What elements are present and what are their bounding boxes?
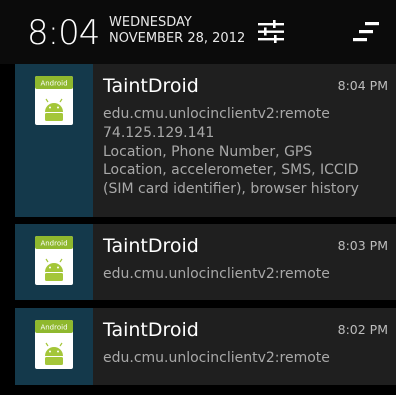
app-icon-label: Android — [40, 240, 67, 248]
clock: 8:04 — [27, 13, 100, 53]
notification-title: TaintDroid — [103, 75, 199, 97]
notification-item[interactable]: Android TaintDroid 8:03 PM edu.cmu.unloc… — [15, 224, 396, 300]
day-of-week: WEDNESDAY — [109, 15, 192, 30]
clear-all-button[interactable] — [350, 20, 380, 46]
notification-time: 8:03 PM — [337, 238, 388, 253]
app-icon-label: Android — [40, 324, 67, 332]
notification-time: 8:02 PM — [337, 322, 388, 337]
full-date: NOVEMBER 28, 2012 — [109, 31, 246, 46]
quick-settings-button[interactable] — [256, 17, 286, 47]
status-header: 8:04 WEDNESDAY NOVEMBER 28, 2012 — [0, 0, 396, 64]
notification-title: TaintDroid — [103, 319, 199, 341]
notification-item[interactable]: Android TaintDroid 8:04 PM edu.cmu.unloc… — [15, 64, 396, 217]
notification-text-line: 74.125.129.141 — [103, 125, 215, 141]
notification-text-line: (SIM card identifier), browser history — [103, 181, 359, 197]
notification-icon-tile: Android — [15, 64, 93, 217]
android-app-icon: Android — [35, 320, 73, 369]
notification-text-line: edu.cmu.unlocinclientv2:remote — [103, 350, 330, 366]
notification-icon-tile: Android — [15, 308, 93, 385]
notification-icon-tile: Android — [15, 224, 93, 300]
android-app-icon: Android — [35, 76, 73, 125]
notification-item[interactable]: Android TaintDroid 8:02 PM edu.cmu.unloc… — [15, 308, 396, 385]
notification-shade: 8:04 WEDNESDAY NOVEMBER 28, 2012 Android… — [0, 0, 396, 395]
notification-title: TaintDroid — [103, 235, 199, 257]
notification-time: 8:04 PM — [337, 78, 388, 93]
app-icon-label: Android — [40, 80, 67, 88]
notification-text-line: Location, accelerometer, SMS, ICCID — [103, 162, 359, 178]
notification-text-line: edu.cmu.unlocinclientv2:remote — [103, 266, 330, 282]
date-display: WEDNESDAY NOVEMBER 28, 2012 — [109, 15, 245, 47]
quick-settings-sliders-icon — [258, 20, 284, 43]
notification-text-line: Location, Phone Number, GPS — [103, 144, 313, 160]
clear-all-icon — [353, 22, 379, 42]
notification-text-line: edu.cmu.unlocinclientv2:remote — [103, 106, 330, 122]
android-app-icon: Android — [35, 236, 73, 285]
